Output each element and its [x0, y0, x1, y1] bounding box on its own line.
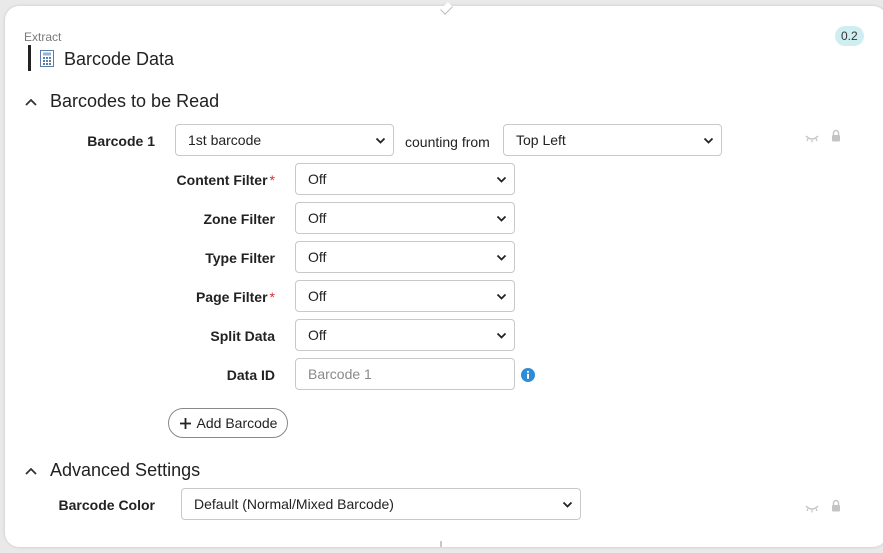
add-barcode-button[interactable]: Add Barcode: [168, 408, 288, 438]
content-filter-select[interactable]: Off: [295, 163, 515, 195]
chevron-down-icon: [562, 501, 573, 508]
add-barcode-label: Add Barcode: [196, 415, 278, 431]
section-advanced-header[interactable]: Advanced Settings: [24, 460, 200, 481]
chevron-down-icon: [496, 293, 507, 300]
type-filter-select[interactable]: Off: [295, 241, 515, 273]
page-filter-label: Page Filter *: [125, 289, 275, 305]
data-id-label: Data ID: [226, 367, 275, 383]
page-filter-select[interactable]: Off: [295, 280, 515, 312]
counting-from-label: counting from: [405, 134, 490, 150]
chevron-up-icon: [25, 467, 37, 475]
chevron-down-icon: [496, 254, 507, 261]
barcode-doc-icon: [40, 50, 54, 67]
chevron-down-icon: [703, 137, 714, 144]
section-barcodes-header[interactable]: Barcodes to be Read: [24, 91, 219, 112]
zone-filter-value: Off: [308, 210, 327, 226]
eye-hidden-icon[interactable]: [805, 133, 819, 143]
split-data-value: Off: [308, 327, 327, 343]
barcode1-select[interactable]: 1st barcode: [175, 124, 394, 156]
version-badge: 0.2: [835, 26, 864, 46]
chevron-down-icon: [496, 176, 507, 183]
page-title: Barcode Data: [64, 49, 175, 69]
zone-filter-select[interactable]: Off: [295, 202, 515, 234]
split-data-select[interactable]: Off: [295, 319, 515, 351]
barcode1-label: Barcode 1: [87, 133, 155, 149]
chevron-down-icon: [496, 215, 507, 222]
title-accent-bar: [28, 45, 31, 71]
content-filter-value: Off: [308, 171, 327, 187]
card-top-notch: [440, 2, 453, 15]
chevron-up-icon: [25, 98, 37, 106]
plus-icon: [179, 417, 191, 429]
eye-hidden-icon[interactable]: [805, 503, 819, 513]
section-advanced-title: Advanced Settings: [50, 460, 201, 480]
counting-from-select-value: Top Left: [516, 132, 566, 148]
lock-icon[interactable]: [831, 129, 841, 142]
chevron-down-icon: [375, 137, 386, 144]
barcode1-select-value: 1st barcode: [188, 132, 262, 148]
required-marker: *: [269, 172, 275, 188]
barcode-color-value: Default (Normal/Mixed Barcode): [194, 496, 394, 512]
counting-from-select[interactable]: Top Left: [503, 124, 722, 156]
content-filter-label-text: Content Filter: [176, 172, 268, 188]
chevron-down-icon: [496, 332, 507, 339]
section-barcodes-title: Barcodes to be Read: [50, 91, 220, 111]
content-filter-label: Content Filter *: [125, 172, 275, 188]
barcode-color-label: Barcode Color: [58, 497, 155, 513]
type-filter-value: Off: [308, 249, 327, 265]
step-caption: Extract: [24, 30, 62, 44]
page-filter-label-text: Page Filter: [195, 289, 268, 305]
page-filter-value: Off: [308, 288, 327, 304]
split-data-label: Split Data: [210, 328, 275, 344]
barcode-color-select[interactable]: Default (Normal/Mixed Barcode): [181, 488, 581, 520]
info-icon[interactable]: [521, 368, 535, 382]
lock-icon[interactable]: [831, 499, 841, 512]
required-marker: *: [269, 289, 275, 305]
data-id-input[interactable]: Barcode 1: [295, 358, 515, 390]
settings-card: Extract Barcode Data 0.2 Barcodes to be …: [5, 2, 883, 547]
card-bottom-connector: [440, 541, 442, 547]
type-filter-label: Type Filter: [205, 250, 275, 266]
zone-filter-label: Zone Filter: [203, 211, 275, 227]
